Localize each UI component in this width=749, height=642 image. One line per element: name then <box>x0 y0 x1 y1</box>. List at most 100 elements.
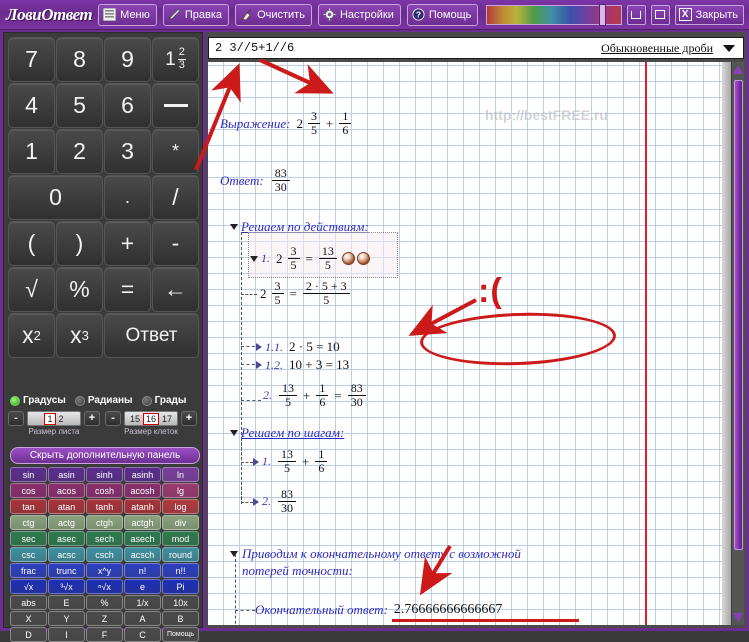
function-button-sech[interactable]: sech <box>86 531 123 546</box>
sheet-size-value[interactable]: 1 2 <box>27 411 81 426</box>
key-sqrt[interactable]: √ <box>8 267 55 312</box>
function-button-sec[interactable]: sec <box>10 531 47 546</box>
chevron-down-icon[interactable] <box>723 44 735 52</box>
function-button-div[interactable]: div <box>162 515 199 530</box>
function-button-acos[interactable]: acos <box>48 483 85 498</box>
function-button-asin[interactable]: asin <box>48 467 85 482</box>
color-slider-handle[interactable] <box>599 3 607 26</box>
substep-11-expand-icon[interactable] <box>256 343 262 351</box>
function-button-y[interactable]: Y <box>48 611 85 626</box>
info-action-icon[interactable] <box>356 252 370 266</box>
function-button-asech[interactable]: asech <box>124 531 161 546</box>
key-4[interactable]: 4 <box>8 83 55 128</box>
key-5[interactable]: 5 <box>56 83 103 128</box>
function-button-acsch[interactable]: acsch <box>124 547 161 562</box>
function-button-acsc[interactable]: acsc <box>48 547 85 562</box>
radio-grads[interactable] <box>141 395 152 406</box>
toolbar-button-settings[interactable]: Настройки <box>317 3 401 26</box>
key-cube[interactable]: x3 <box>56 313 103 358</box>
function-button-round[interactable]: round <box>162 547 199 562</box>
sheet-size-decrement[interactable]: - <box>8 411 24 426</box>
function-button-d[interactable]: D <box>10 627 47 642</box>
function-button-i[interactable]: I <box>48 627 85 642</box>
collapse-triangle-icon[interactable] <box>230 224 238 230</box>
function-button-sinh[interactable]: sinh <box>86 467 123 482</box>
function-button-x[interactable]: ³√x <box>48 579 85 594</box>
copy-action-icon[interactable] <box>341 252 355 266</box>
vertical-scrollbar[interactable] <box>731 62 744 625</box>
function-button-x[interactable]: X <box>10 611 47 626</box>
key-9[interactable]: 9 <box>104 37 151 82</box>
key-square[interactable]: x2 <box>8 313 55 358</box>
toolbar-button-help[interactable]: ? Помощь <box>406 3 479 26</box>
step1-collapse-icon[interactable] <box>250 255 258 262</box>
function-button-n[interactable]: n! <box>124 563 161 578</box>
scroll-down-arrow-icon[interactable] <box>733 613 743 622</box>
function-button-tanh[interactable]: tanh <box>86 499 123 514</box>
key-2[interactable]: 2 <box>56 129 103 174</box>
sheet-size-increment[interactable]: + <box>84 411 100 426</box>
function-button-ctgh[interactable]: ctgh <box>86 515 123 530</box>
function-button-actgh[interactable]: actgh <box>124 515 161 530</box>
key-paren-close[interactable]: ) <box>56 221 103 266</box>
function-button-x[interactable]: √x <box>10 579 47 594</box>
key-0[interactable]: 0 <box>8 175 103 220</box>
function-button-log[interactable]: log <box>162 499 199 514</box>
cell-size-value[interactable]: 15 16 17 <box>124 411 178 426</box>
function-button-1-x[interactable]: 1/x <box>124 595 161 610</box>
function-button-cosh[interactable]: cosh <box>86 483 123 498</box>
function-button-lg[interactable]: lg <box>162 483 199 498</box>
color-gradient-slider[interactable] <box>486 3 622 26</box>
scroll-up-arrow-icon[interactable] <box>733 65 743 74</box>
substep-12-expand-icon[interactable] <box>256 361 262 369</box>
key-6[interactable]: 6 <box>104 83 151 128</box>
function-button-actg[interactable]: actg <box>48 515 85 530</box>
key-mixed-fraction[interactable]: 1 2 3 <box>152 37 199 82</box>
function-button-pi[interactable]: Pi <box>162 579 199 594</box>
function-button-f[interactable]: F <box>86 627 123 642</box>
function-button-atanh[interactable]: atanh <box>124 499 161 514</box>
function-button-z[interactable]: Z <box>86 611 123 626</box>
function-button-n[interactable]: n!! <box>162 563 199 578</box>
function-button-trunc[interactable]: trunc <box>48 563 85 578</box>
function-button-asinh[interactable]: asinh <box>124 467 161 482</box>
key-3[interactable]: 3 <box>104 129 151 174</box>
key-answer[interactable]: Ответ <box>104 313 199 358</box>
function-button-10x[interactable]: 10x <box>162 595 199 610</box>
function-button-abs[interactable]: abs <box>10 595 47 610</box>
function-button-frac[interactable]: frac <box>10 563 47 578</box>
function-button-x[interactable]: ⁿ√x <box>86 579 123 594</box>
key-minus[interactable]: - <box>152 221 199 266</box>
cell-size-decrement[interactable]: - <box>105 411 121 426</box>
toolbar-button-menu[interactable]: Меню <box>98 3 157 26</box>
by-steps-collapse-icon[interactable] <box>230 430 238 436</box>
function-button-sin[interactable]: sin <box>10 467 47 482</box>
function-button-a[interactable]: A <box>124 611 161 626</box>
cell-size-increment[interactable]: + <box>181 411 197 426</box>
toolbar-button-clear[interactable]: Очистить <box>235 3 312 26</box>
function-button-c[interactable]: C <box>124 627 161 642</box>
function-button-e[interactable]: E <box>48 595 85 610</box>
key-minus-long[interactable] <box>152 83 199 128</box>
function-button-[interactable]: % <box>86 595 123 610</box>
key-multiply[interactable]: * <box>152 129 199 174</box>
key-1[interactable]: 1 <box>8 129 55 174</box>
steps-1-expand-icon[interactable] <box>253 457 259 466</box>
key-equals[interactable]: = <box>104 267 151 312</box>
function-button-cos[interactable]: cos <box>10 483 47 498</box>
final-collapse-icon[interactable] <box>230 551 238 557</box>
function-button-asec[interactable]: asec <box>48 531 85 546</box>
key-plus[interactable]: + <box>104 221 151 266</box>
key-paren-open[interactable]: ( <box>8 221 55 266</box>
maximize-button[interactable] <box>650 4 670 25</box>
function-button-[interactable]: Помощь <box>162 627 199 642</box>
radio-degrees[interactable] <box>10 395 20 406</box>
function-button-csc[interactable]: csc <box>10 547 47 562</box>
function-button-mod[interactable]: mod <box>162 531 199 546</box>
key-8[interactable]: 8 <box>56 37 103 82</box>
function-button-e[interactable]: e <box>124 579 161 594</box>
minimize-button[interactable] <box>626 4 646 25</box>
function-button-ln[interactable]: ln <box>162 467 199 482</box>
scrollbar-thumb[interactable] <box>734 80 743 550</box>
toolbar-button-edit[interactable]: Правка <box>162 3 230 26</box>
